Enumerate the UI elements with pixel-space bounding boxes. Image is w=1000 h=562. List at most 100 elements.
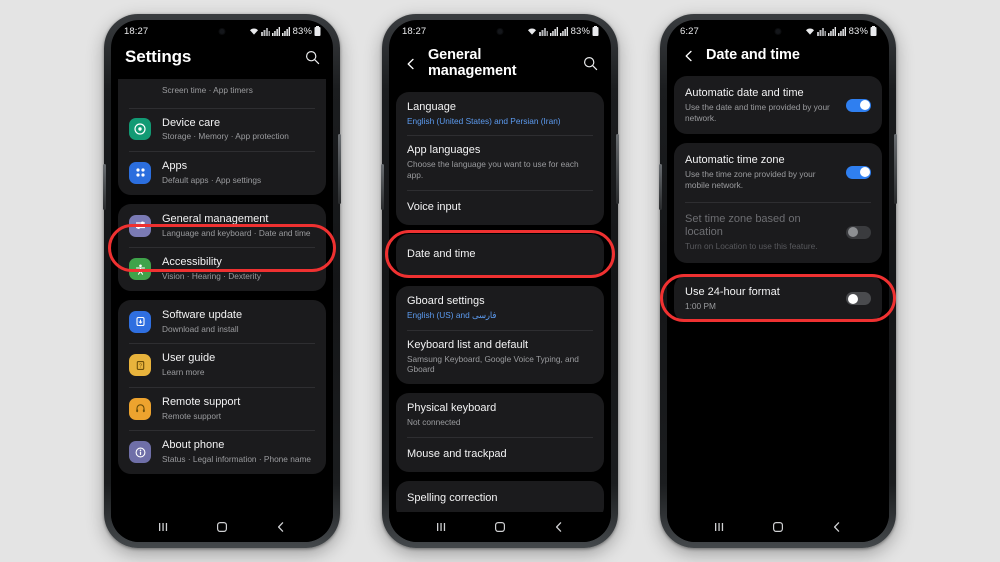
toggle-knob xyxy=(859,167,870,178)
list-item-spelling-correction[interactable]: Spelling correction xyxy=(396,481,604,512)
list-item-digital-wellbeing[interactable]: Screen time · App timers xyxy=(118,79,326,108)
list-item-text: Apps Default apps · App settings xyxy=(162,160,315,186)
search-icon[interactable] xyxy=(582,55,599,72)
toggle-knob xyxy=(859,100,870,111)
signal-bars-1-icon xyxy=(827,26,836,36)
list-item-app-languages[interactable]: App languages Choose the language you wa… xyxy=(396,135,604,189)
list-item-subtitle: English (United States) and Persian (Ira… xyxy=(407,115,561,126)
settings-group-3: Software update Download and install ? U… xyxy=(118,299,326,474)
list-item-keyboard-list-and-default[interactable]: Keyboard list and default Samsung Keyboa… xyxy=(396,329,604,384)
status-bar-indicators: 83% xyxy=(805,26,877,37)
automatic-time-zone-toggle[interactable] xyxy=(846,165,871,179)
list-item-subtitle: Use the date and time provided by your n… xyxy=(685,101,830,123)
front-camera-punch-hole xyxy=(219,29,225,34)
use-24-hour-format-toggle[interactable] xyxy=(846,292,871,306)
search-icon[interactable] xyxy=(304,49,321,66)
gm-group-4: Physical keyboard Not connected Mouse an… xyxy=(396,393,604,473)
toggle-knob xyxy=(847,293,858,304)
list-item-subtitle: Download and install xyxy=(162,323,239,334)
signal-bars-1-icon xyxy=(271,26,280,36)
wifi-icon xyxy=(805,28,814,35)
list-item-text: Voice input xyxy=(407,201,593,215)
list-item-title: Voice input xyxy=(407,200,461,213)
settings-list[interactable]: Screen time · App timers Device care Sto… xyxy=(111,78,333,512)
list-item-text: Screen time · App timers xyxy=(162,84,315,96)
list-item-title: Accessibility xyxy=(162,256,222,269)
svg-text:?: ? xyxy=(139,363,142,369)
list-item-physical-keyboard[interactable]: Physical keyboard Not connected xyxy=(396,393,604,437)
home-button[interactable] xyxy=(215,520,229,534)
back-button[interactable] xyxy=(552,520,566,534)
date-and-time-app-bar: Date and time xyxy=(667,42,889,76)
back-arrow-icon[interactable] xyxy=(681,48,697,64)
automatic-date-and-time-toggle[interactable] xyxy=(846,98,871,112)
list-item-subtitle: Learn more xyxy=(162,367,205,378)
list-item-voice-input[interactable]: Voice input xyxy=(396,189,604,226)
list-item-about-phone[interactable]: About phone Status · Legal information ·… xyxy=(118,430,326,474)
recents-button[interactable] xyxy=(712,520,726,534)
list-item-title: Mouse and trackpad xyxy=(407,447,507,460)
list-item-text: Language English (United States) and Per… xyxy=(407,101,593,127)
list-item-text: Date and time xyxy=(407,248,593,262)
wifi-icon xyxy=(249,28,258,35)
list-item-title: Keyboard list and default xyxy=(407,338,529,351)
list-item-subtitle: Default apps · App settings xyxy=(162,174,262,185)
gm-group-2: Date and time xyxy=(396,234,604,277)
signal-bars-2-icon xyxy=(837,26,846,36)
back-button[interactable] xyxy=(274,520,288,534)
headset-icon xyxy=(129,397,151,420)
general-management-list[interactable]: Language English (United States) and Per… xyxy=(389,91,611,512)
list-item-subtitle: Status · Legal information · Phone name xyxy=(162,454,311,465)
signal-bars-1-icon xyxy=(549,26,558,36)
list-item-apps[interactable]: Apps Default apps · App settings xyxy=(118,151,326,195)
home-button[interactable] xyxy=(493,520,507,534)
list-item-text: Use 24-hour format 1:00 PM xyxy=(685,286,835,312)
settings-group-1: Screen time · App timers Device care Sto… xyxy=(118,78,326,195)
list-item-date-and-time[interactable]: Date and time xyxy=(396,234,604,276)
list-item-device-care[interactable]: Device care Storage · Memory · App prote… xyxy=(118,107,326,152)
list-item-user-guide[interactable]: ? User guide Learn more xyxy=(118,343,326,387)
recents-button[interactable] xyxy=(156,520,170,534)
page-title: Date and time xyxy=(706,47,800,64)
list-item-subtitle: Samsung Keyboard, Google Voice Typing, a… xyxy=(407,353,579,375)
list-item-remote-support[interactable]: Remote support Remote support xyxy=(118,386,326,431)
list-item-subtitle: Choose the language you want to use for … xyxy=(407,159,579,180)
back-arrow-icon[interactable] xyxy=(403,56,419,72)
list-item-mouse-and-trackpad[interactable]: Mouse and trackpad xyxy=(396,436,604,473)
list-item-text: Set time zone based on location Turn on … xyxy=(685,213,835,252)
home-button[interactable] xyxy=(771,520,785,534)
phone-date-and-time: 6:27 83% Date and time Automatic date an… xyxy=(659,14,897,548)
toggle-knob xyxy=(847,227,858,238)
date-and-time-list[interactable]: Automatic date and time Use the date and… xyxy=(667,76,889,512)
list-item-text: About phone Status · Legal information ·… xyxy=(162,439,315,465)
set-time-zone-based-on-location-toggle xyxy=(846,225,871,239)
list-item-general-management[interactable]: General management Language and keyboard… xyxy=(118,204,326,248)
battery-icon xyxy=(870,26,877,36)
phone-date-and-time-screen: 6:27 83% Date and time Automatic date an… xyxy=(667,20,889,542)
back-button[interactable] xyxy=(830,520,844,534)
list-item-text: Spelling correction xyxy=(407,492,593,506)
list-item-title: Date and time xyxy=(407,248,476,261)
status-bar-clock: 6:27 xyxy=(680,25,699,37)
list-item-automatic-date-and-time[interactable]: Automatic date and time Use the date and… xyxy=(674,76,882,134)
network-activity-icon xyxy=(260,27,270,36)
list-item-subtitle: Not connected xyxy=(407,416,461,427)
list-item-automatic-time-zone[interactable]: Automatic time zone Use the time zone pr… xyxy=(674,143,882,201)
list-item-gboard-settings[interactable]: Gboard settings English (US) and فارسی xyxy=(396,286,604,330)
list-item-language[interactable]: Language English (United States) and Per… xyxy=(396,92,604,136)
list-item-text: Remote support Remote support xyxy=(162,396,315,422)
phone-settings: 18:27 83% Settings Screen time · App tim… xyxy=(103,14,341,548)
front-camera-punch-hole xyxy=(497,29,503,34)
battery-icon xyxy=(314,26,321,36)
list-item-software-update[interactable]: Software update Download and install xyxy=(118,300,326,344)
list-item-use-24-hour-format[interactable]: Use 24-hour format 1:00 PM xyxy=(674,275,882,323)
settings-app-bar: Settings xyxy=(111,42,333,79)
gm-group-5: Spelling correction xyxy=(396,481,604,512)
list-item-text: Gboard settings English (US) and فارسی xyxy=(407,295,593,321)
dt-group-1: Automatic date and time Use the date and… xyxy=(674,76,882,135)
recents-button[interactable] xyxy=(434,520,448,534)
status-bar-indicators: 83% xyxy=(527,26,599,37)
dt-group-3: Use 24-hour format 1:00 PM xyxy=(674,274,882,323)
list-item-accessibility[interactable]: Accessibility Vision · Hearing · Dexteri… xyxy=(118,247,326,291)
list-item-text: Software update Download and install xyxy=(162,309,315,335)
